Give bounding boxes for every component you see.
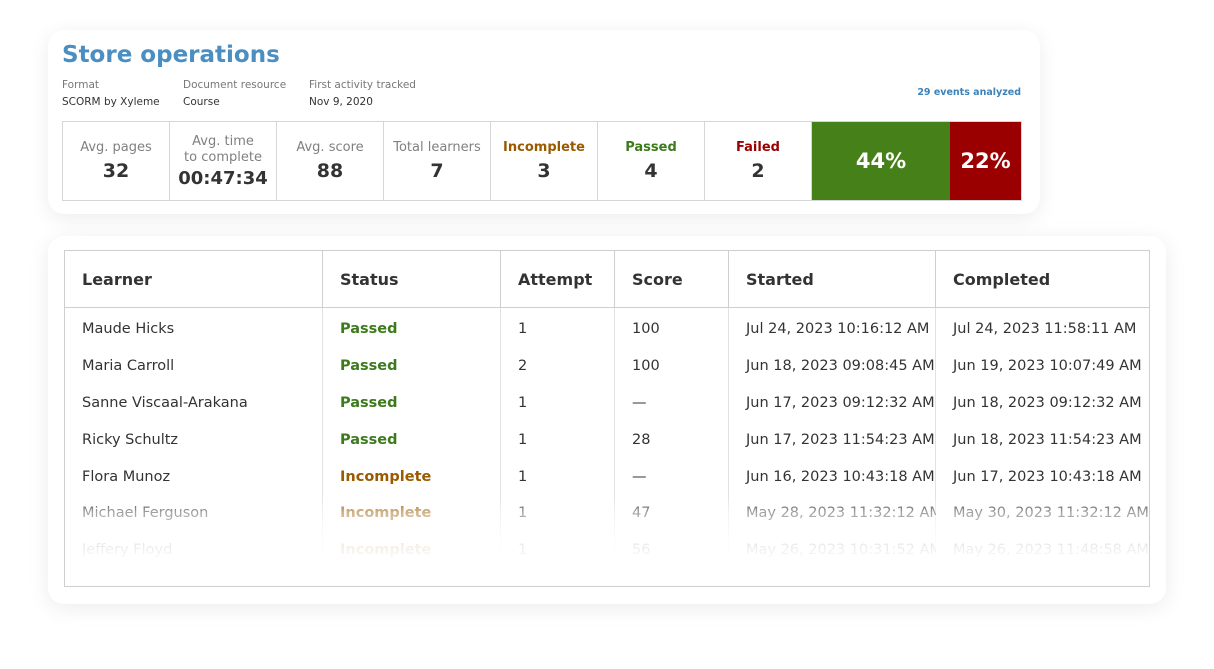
stat-passed: Passed 4 [598,122,705,200]
meta-first-activity-value: Nov 9, 2020 [309,96,373,108]
stat-failed-value: 2 [751,160,765,182]
cell-score: 47 [632,505,651,522]
learners-table-card: Learner Status Attempt Score Started Com… [48,236,1166,604]
cell-status: Incomplete [340,505,432,522]
cell-started: May 26, 2023 10:31:52 AM [746,542,936,559]
cell-started: Jul 24, 2023 10:16:12 AM [746,321,930,338]
header-score[interactable]: Score [615,251,729,307]
table-row[interactable]: Sanne Viscaal-Arakana Passed 1 — Jun 17, 202… [65,385,1149,422]
meta-format-label: Format [62,79,100,91]
stat-failed: Failed 2 [705,122,812,200]
cell-completed: Jun 18, 2023 09:12:32 AM [953,394,1142,411]
meta-document-resource: Document resource Course [183,79,286,108]
course-title: Store operations [62,42,280,68]
stat-avg-time-value: 00:47:34 [178,167,268,189]
meta-format-value: SCORM by Xyleme [62,96,160,108]
header-learner[interactable]: Learner [65,251,323,307]
cell-score: — [632,468,647,485]
stat-passed-label: Passed [625,140,677,155]
stat-failed-label: Failed [736,140,780,155]
cell-status: Passed [340,394,398,411]
meta-document-resource-label: Document resource [183,79,287,91]
stat-incomplete-value: 3 [537,160,551,182]
cell-attempt: 2 [518,358,528,375]
cell-attempt: 1 [518,431,528,448]
table-row[interactable]: Jeffery Floyd Incomplete 1 56 May 26, 2023 1… [65,532,1149,569]
stat-avg-score-label: Avg. score [296,140,364,155]
pass-rate-bar: 44% [812,122,950,200]
header-completed[interactable]: Completed [936,251,1149,307]
cell-learner: Ricky Schultz [82,431,179,448]
table-row[interactable]: Flora Munoz Incomplete 1 — Jun 16, 2023 10:4… [65,458,1149,495]
cell-started: Jun 16, 2023 10:43:18 AM [746,468,935,485]
cell-learner: Michael Ferguson [82,505,209,522]
cell-completed: Jul 24, 2023 11:58:11 AM [953,321,1137,338]
meta-first-activity-label: First activity tracked [309,79,416,91]
cell-completed: May 26, 2023 11:48:58 AM [953,542,1149,559]
cell-status: Passed [340,358,398,375]
meta-first-activity: First activity tracked Nov 9, 2020 [309,79,416,108]
table-row[interactable]: Maria Carroll Passed 2 100 Jun 18, 2023 09:0… [65,348,1149,385]
stat-avg-time: Avg. time to complete 00:47:34 [170,122,277,200]
cell-started: Jun 17, 2023 09:12:32 AM [746,394,935,411]
stat-avg-pages-label: Avg. pages [80,140,152,155]
table-row[interactable]: Michael Ferguson Incomplete 1 47 May 28, 202… [65,495,1149,532]
cell-status: Passed [340,321,398,338]
cell-score: 28 [632,431,651,448]
stats-row: Avg. pages 32 Avg. time to complete 00:4… [62,121,1022,201]
cell-attempt: 1 [518,468,528,485]
learners-table: Learner Status Attempt Score Started Com… [64,250,1150,587]
cell-score: 100 [632,321,660,338]
stat-total-learners-value: 7 [430,160,444,182]
cell-completed: Jun 17, 2023 10:43:18 AM [953,468,1142,485]
table-row[interactable]: Ricky Schultz Passed 1 28 Jun 17, 2023 11:54… [65,421,1149,458]
cell-started: May 28, 2023 11:32:12 AM [746,505,936,522]
cell-status: Incomplete [340,542,432,559]
cell-learner: Maude Hicks [82,321,175,338]
cell-started: Jun 17, 2023 11:54:23 AM [746,431,935,448]
events-analyzed-link[interactable]: 29 events analyzed [917,87,1021,98]
stat-avg-pages-value: 32 [102,160,130,182]
stat-total-learners: Total learners 7 [384,122,491,200]
cell-status: Incomplete [340,468,432,485]
course-summary-card: Store operations Format SCORM by Xyleme … [48,30,1040,214]
table-row[interactable]: Maude Hicks Passed 1 100 Jul 24, 2023 10:16:… [65,311,1149,348]
header-status[interactable]: Status [323,251,501,307]
cell-score: 100 [632,358,660,375]
stat-total-learners-label: Total learners [393,140,481,155]
cell-score: — [632,394,647,411]
header-started[interactable]: Started [729,251,936,307]
stat-avg-pages: Avg. pages 32 [63,122,170,200]
cell-score: 56 [632,542,651,559]
stat-avg-time-label-line2: to complete [184,149,262,165]
cell-attempt: 1 [518,321,528,338]
cell-status: Passed [340,431,398,448]
stat-incomplete: Incomplete 3 [491,122,598,200]
cell-attempt: 1 [518,505,528,522]
meta-format: Format SCORM by Xyleme [62,79,160,108]
stat-avg-score: Avg. score 88 [277,122,384,200]
cell-completed: May 30, 2023 11:32:12 AM [953,505,1149,522]
fail-rate-bar: 22% [950,122,1021,200]
meta-document-resource-value: Course [183,96,220,108]
cell-learner: Sanne Viscaal-Arakana [82,394,248,411]
cell-learner: Maria Carroll [82,358,175,375]
header-attempt[interactable]: Attempt [501,251,615,307]
stat-incomplete-label: Incomplete [503,140,585,155]
stat-avg-score-value: 88 [316,160,344,182]
table-header: Learner Status Attempt Score Started Com… [65,251,1149,308]
cell-completed: Jun 18, 2023 11:54:23 AM [953,431,1142,448]
stat-passed-value: 4 [644,160,658,182]
cell-started: Jun 18, 2023 09:08:45 AM [746,358,935,375]
cell-attempt: 1 [518,394,528,411]
table-body: Maude Hicks Passed 1 100 Jul 24, 2023 10:16:… [65,311,1149,569]
cell-learner: Jeffery Floyd [82,542,173,559]
cell-attempt: 1 [518,542,528,559]
stat-avg-time-label-line1: Avg. time [192,133,254,149]
cell-learner: Flora Munoz [82,468,171,485]
cell-completed: Jun 19, 2023 10:07:49 AM [953,358,1142,375]
